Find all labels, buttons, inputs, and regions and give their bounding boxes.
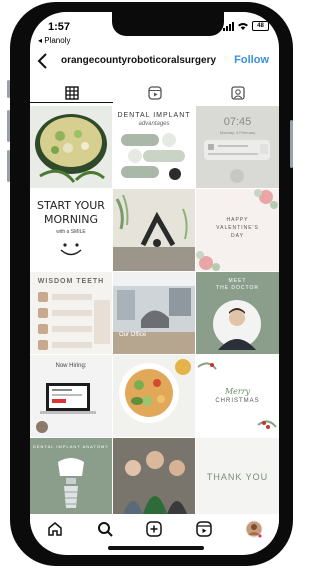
infographic-shapes [121,133,185,180]
side-button [7,110,10,142]
post-tile[interactable]: 07:45 Monday, 4 February [196,106,279,188]
tab-tagged[interactable] [196,82,279,104]
nav-profile[interactable] [243,518,265,540]
post-title: DENTAL IMPLANT [117,112,191,119]
post-tile[interactable] [113,189,195,271]
post-title: HAPPY [226,217,249,223]
implant-illustration [58,458,84,508]
tab-reels[interactable] [113,82,196,104]
side-button [7,150,10,182]
post-tile[interactable]: DENTAL IMPLANT ANATOMY [30,438,112,520]
battery-icon: 48 [252,21,269,31]
side-button [290,120,293,168]
doctor-portrait [213,300,261,350]
back-arrow-icon[interactable] [36,52,50,70]
post-grid: DENTAL IMPLANT advantages 07:45 Monday, … [30,106,279,520]
profile-header: orangecountyroboticoralsurgery Follow [30,52,279,72]
post-subtitle: with a SMILE [56,229,86,235]
back-to-app[interactable]: ◂ Planoly [38,36,70,45]
post-title: DAY [231,233,244,239]
profile-username: orangecountyroboticoralsurgery [61,55,217,66]
post-title: MEET [228,278,247,284]
nav-reels[interactable] [193,518,215,540]
post-tile[interactable]: DENTAL IMPLANT advantages [113,106,195,188]
office-photo [113,272,195,354]
tab-posts[interactable] [30,82,113,104]
post-title: VALENTINE'S [216,225,259,231]
holly-decoration [197,362,277,429]
tagged-icon [230,86,245,100]
home-indicator[interactable] [108,546,204,550]
post-tile[interactable] [113,438,195,520]
salad-plate-image [113,355,195,437]
status-time: 1:57 [48,21,71,33]
post-title: THANK YOU [206,472,269,482]
yoga-photo [113,189,195,271]
signal-icon [223,21,234,31]
post-title: Merry [224,387,251,396]
create-icon [146,521,163,537]
nav-search[interactable] [94,518,116,540]
profile-avatar [245,520,263,538]
post-tile[interactable]: Merry CHRISTMAS [196,355,279,437]
profile-tabs [30,82,279,104]
follow-button[interactable]: Follow [234,54,269,66]
post-tile[interactable]: THANK YOU [196,438,279,520]
post-tile[interactable]: HAPPY VALENTINE'S DAY [196,189,279,271]
home-icon [48,522,62,536]
post-tile[interactable]: WISDOM TEETH [30,272,112,354]
nav-create[interactable] [143,518,165,540]
wifi-icon [238,23,248,30]
grid-icon [64,86,79,100]
post-tile[interactable]: START YOUR MORNING with a SMILE [30,189,112,271]
post-subtitle: advantages [138,121,170,127]
checklist [38,292,110,350]
post-title: Now Hiring: [55,363,87,369]
post-title: MORNING [43,213,99,226]
office-caption: Our Office [119,332,147,338]
status-icons: 48 [223,21,269,31]
team-photo [113,438,195,520]
reels-icon [147,86,162,100]
post-tile[interactable] [113,355,195,437]
phone-screen: 1:57 ◂ Planoly 48 orangecountyroboticora… [30,12,279,555]
side-button [7,80,10,98]
food-bowl-image [30,106,112,188]
bottom-nav [30,514,279,544]
post-title: THE DOCTOR [216,285,259,291]
post-date: Monday, 4 February [219,130,256,135]
post-time: 07:45 [223,116,252,128]
post-tile[interactable]: MEET THE DOCTOR [196,272,279,354]
search-icon [97,522,113,537]
reels-icon [196,521,213,537]
post-title: DENTAL IMPLANT ANATOMY [32,444,109,449]
smile-face [60,243,82,256]
laptop-image [36,383,96,433]
post-title: CHRISTMAS [215,398,260,404]
post-tile[interactable]: Our Office [113,272,195,354]
notification-card [204,140,270,183]
post-tile[interactable]: Now Hiring: [30,355,112,437]
tab-selected-indicator [30,102,113,103]
post-title: WISDOM TEETH [37,278,105,285]
post-tile[interactable] [30,106,112,188]
notch [112,12,224,36]
nav-home[interactable] [44,518,66,540]
post-title: START YOUR [37,199,105,212]
